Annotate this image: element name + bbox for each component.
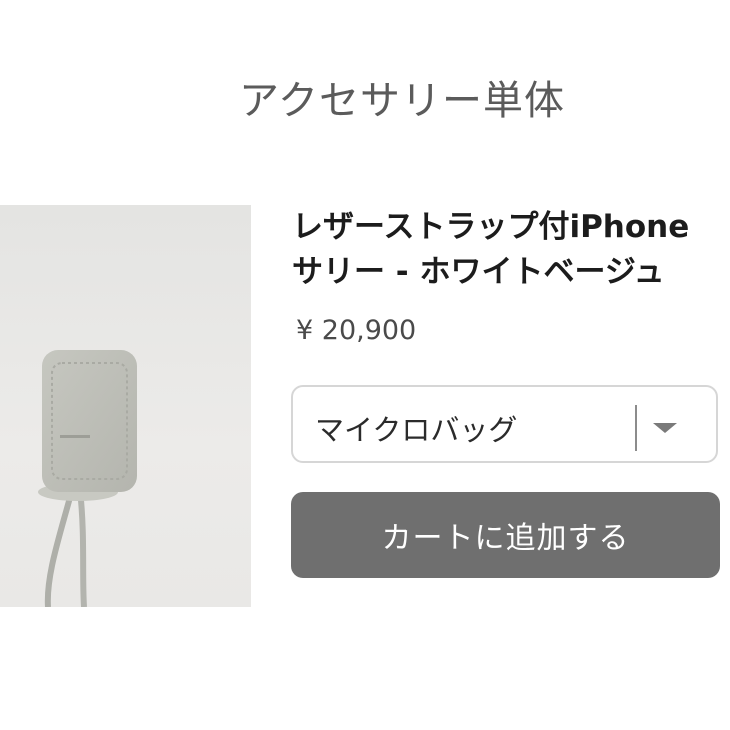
add-to-cart-button[interactable]: カートに追加する (291, 492, 720, 578)
product-image[interactable] (0, 205, 251, 607)
chevron-down-icon[interactable] (653, 423, 677, 433)
select-divider (635, 405, 637, 451)
product-page: アクセサリー単体 レザーストラップ付iPhone サリー - ホワイトベージュ … (0, 0, 730, 730)
product-price: ¥ 20,900 (296, 315, 417, 346)
variant-selected-value: マイクロバッグ (315, 413, 518, 447)
product-name: レザーストラップ付iPhone サリー - ホワイトベージュ (292, 209, 690, 290)
product-photo (0, 205, 251, 607)
section-title: アクセサリー単体 (239, 78, 565, 124)
variant-select[interactable]: マイクロバッグ (291, 385, 718, 463)
